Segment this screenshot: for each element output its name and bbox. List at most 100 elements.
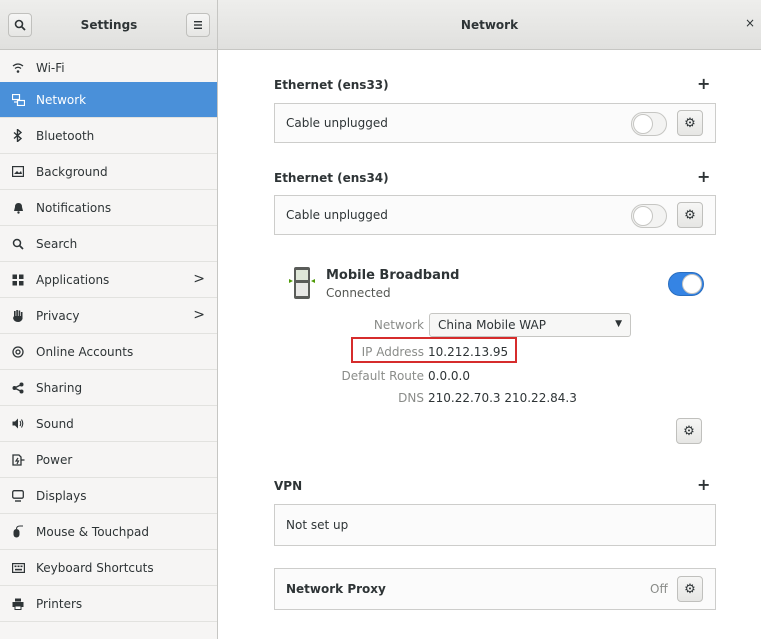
default-route-label: Default Route xyxy=(341,369,425,383)
network-dropdown[interactable]: China Mobile WAP ▼ xyxy=(429,313,631,337)
network-proxy-state: Off xyxy=(650,582,668,596)
network-proxy-row[interactable]: Network Proxy Off ⚙ xyxy=(274,568,716,610)
add-ethernet-ens34-button[interactable]: + xyxy=(697,167,710,186)
section-title-vpn: VPN xyxy=(274,479,303,493)
search-icon xyxy=(10,238,26,250)
sidebar-item-applications[interactable]: Applications > xyxy=(0,262,217,298)
network-icon xyxy=(10,93,26,106)
sidebar-item-label: Sound xyxy=(36,416,74,431)
switch-knob xyxy=(682,274,702,294)
sidebar-item-label: Search xyxy=(36,236,78,251)
sidebar-item-label: Notifications xyxy=(36,200,112,215)
ethernet-ens33-settings-button[interactable]: ⚙ xyxy=(677,110,703,136)
header-bar: Settings Network × xyxy=(0,0,761,50)
ip-address-label: IP Address xyxy=(361,345,424,359)
applications-icon xyxy=(10,274,26,286)
ethernet-ens34-toggle[interactable] xyxy=(631,204,667,228)
network-proxy-settings-button[interactable]: ⚙ xyxy=(677,576,703,602)
mobile-broadband-status: Connected xyxy=(326,286,391,300)
ethernet-ens33-status: Cable unplugged xyxy=(286,116,388,130)
sidebar-item-label: Privacy xyxy=(36,308,80,323)
sidebar-item-label: Sharing xyxy=(36,380,83,395)
ethernet-ens33-toggle[interactable] xyxy=(631,112,667,136)
sidebar: Wi-Fi Network Bluetooth Background Notif… xyxy=(0,50,218,639)
mobile-broadband-toggle[interactable] xyxy=(668,272,704,296)
section-title-ethernet-ens33: Ethernet (ens33) xyxy=(274,78,389,92)
sidebar-item-label: Online Accounts xyxy=(36,344,134,359)
switch-knob xyxy=(633,114,653,134)
page-title: Network xyxy=(460,18,519,32)
vpn-status: Not set up xyxy=(286,518,349,532)
ethernet-ens34-settings-button[interactable]: ⚙ xyxy=(677,202,703,228)
sidebar-item-label: Bluetooth xyxy=(36,128,95,143)
menu-button[interactable] xyxy=(186,13,210,37)
sidebar-item-background[interactable]: Background xyxy=(0,154,217,190)
printer-icon xyxy=(10,598,26,610)
online-accounts-icon xyxy=(10,345,26,358)
mobile-broadband-title: Mobile Broadband xyxy=(326,268,460,283)
network-proxy-title: Network Proxy xyxy=(286,582,386,596)
mobile-phone-icon xyxy=(289,267,315,299)
sidebar-item-label: Background xyxy=(36,164,108,179)
gear-icon: ⚙ xyxy=(684,207,696,223)
sidebar-item-label: Network xyxy=(36,92,87,107)
gear-icon: ⚙ xyxy=(684,581,696,597)
sidebar-item-power[interactable]: Power xyxy=(0,442,217,478)
speaker-icon xyxy=(10,418,26,429)
chevron-right-icon: > xyxy=(193,307,205,323)
bluetooth-icon xyxy=(10,129,26,142)
sidebar-item-label: Displays xyxy=(36,488,87,503)
sidebar-item-mouse-touchpad[interactable]: Mouse & Touchpad xyxy=(0,514,217,550)
sidebar-item-privacy[interactable]: Privacy > xyxy=(0,298,217,334)
sidebar-item-sharing[interactable]: Sharing xyxy=(0,370,217,406)
sidebar-header: Settings xyxy=(0,0,218,50)
sidebar-item-notifications[interactable]: Notifications xyxy=(0,190,217,226)
vpn-row: Not set up xyxy=(274,504,716,546)
sidebar-item-sound[interactable]: Sound xyxy=(0,406,217,442)
gear-icon: ⚙ xyxy=(683,423,695,439)
close-icon[interactable]: × xyxy=(743,16,757,30)
sidebar-item-label: Wi-Fi xyxy=(36,60,65,75)
background-icon xyxy=(10,166,26,177)
wifi-icon xyxy=(10,62,26,74)
privacy-hand-icon xyxy=(10,309,26,322)
ethernet-ens34-row: Cable unplugged ⚙ xyxy=(274,195,716,235)
sidebar-item-printers[interactable]: Printers xyxy=(0,586,217,622)
dns-label: DNS xyxy=(398,391,424,405)
hamburger-menu-icon xyxy=(194,21,202,29)
mouse-icon xyxy=(10,525,26,538)
mobile-broadband-settings-button[interactable]: ⚙ xyxy=(676,418,702,444)
sidebar-item-label: Keyboard Shortcuts xyxy=(36,560,154,575)
display-icon xyxy=(10,489,26,502)
power-battery-icon xyxy=(10,453,26,466)
sidebar-item-network[interactable]: Network xyxy=(0,82,217,118)
keyboard-icon xyxy=(10,562,26,573)
sidebar-item-displays[interactable]: Displays xyxy=(0,478,217,514)
ethernet-ens33-row: Cable unplugged ⚙ xyxy=(274,103,716,143)
dns-value: 210.22.70.3 210.22.84.3 xyxy=(428,391,577,405)
sidebar-item-wifi[interactable]: Wi-Fi xyxy=(0,50,217,86)
switch-knob xyxy=(633,206,653,226)
section-title-ethernet-ens34: Ethernet (ens34) xyxy=(274,171,389,185)
network-panel: Ethernet (ens33) + Cable unplugged ⚙ Eth… xyxy=(219,50,761,639)
sidebar-item-bluetooth[interactable]: Bluetooth xyxy=(0,118,217,154)
notifications-icon xyxy=(10,202,26,214)
gear-icon: ⚙ xyxy=(684,115,696,131)
sidebar-item-label: Applications xyxy=(36,272,110,287)
sidebar-item-label: Mouse & Touchpad xyxy=(36,524,149,539)
network-dropdown-value: China Mobile WAP xyxy=(438,318,546,332)
sidebar-item-keyboard-shortcuts[interactable]: Keyboard Shortcuts xyxy=(0,550,217,586)
network-label: Network xyxy=(373,318,424,332)
sidebar-item-search[interactable]: Search xyxy=(0,226,217,262)
sidebar-item-label: Printers xyxy=(36,596,83,611)
chevron-down-icon: ▼ xyxy=(615,319,622,329)
ethernet-ens34-status: Cable unplugged xyxy=(286,208,388,222)
default-route-value: 0.0.0.0 xyxy=(428,369,470,383)
chevron-right-icon: > xyxy=(193,271,205,287)
add-vpn-button[interactable]: + xyxy=(697,475,710,494)
add-ethernet-ens33-button[interactable]: + xyxy=(697,74,710,93)
sidebar-item-online-accounts[interactable]: Online Accounts xyxy=(0,334,217,370)
sharing-icon xyxy=(10,382,26,394)
sidebar-item-label: Power xyxy=(36,452,73,467)
ip-address-value: 10.212.13.95 xyxy=(428,345,509,359)
